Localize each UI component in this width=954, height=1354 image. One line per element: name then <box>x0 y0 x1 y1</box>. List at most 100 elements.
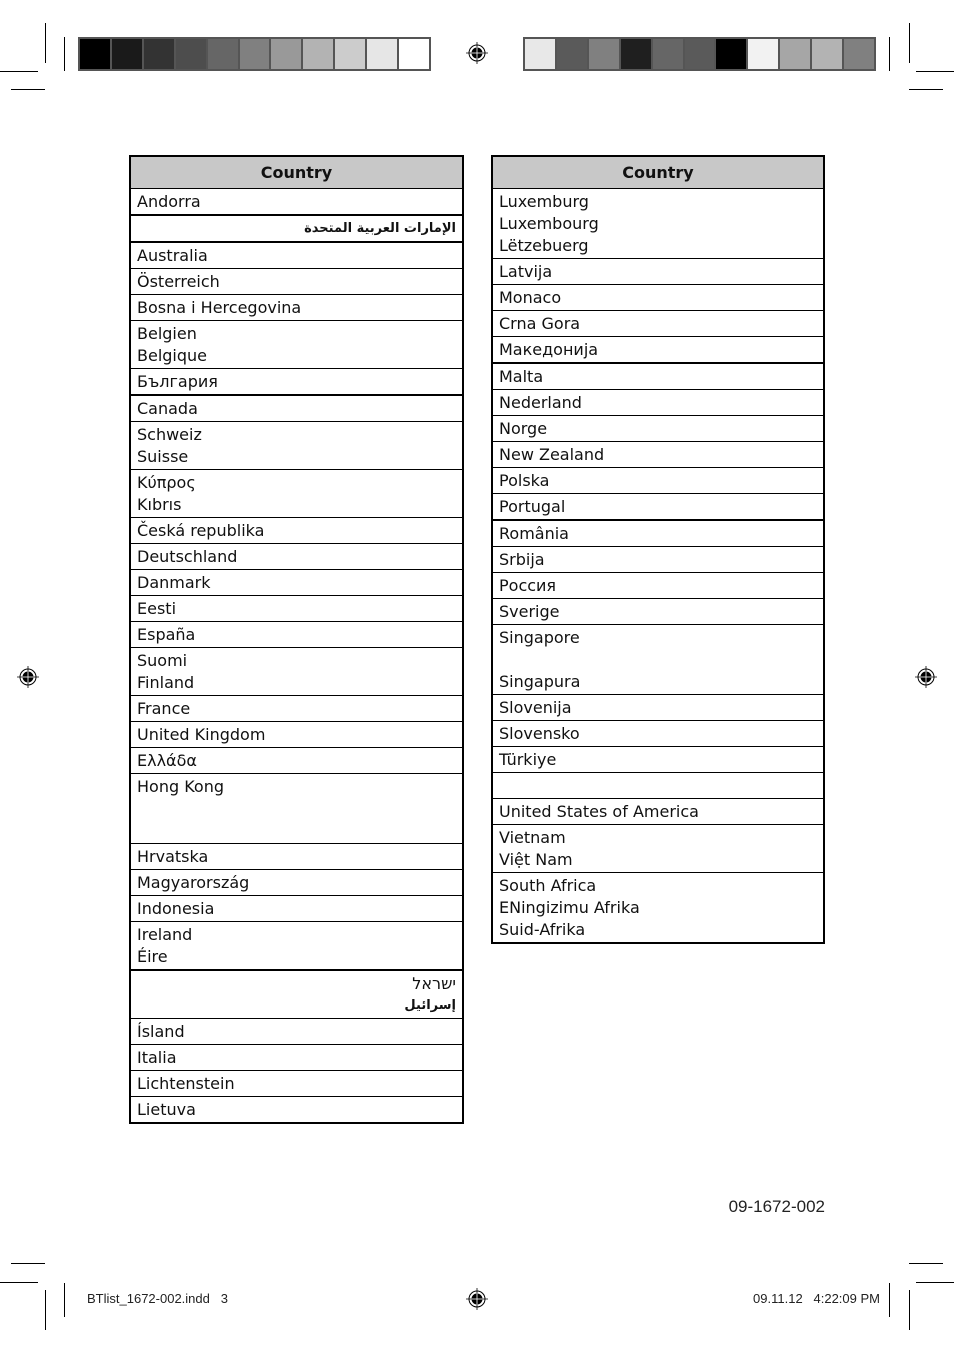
color-swatch <box>367 39 398 69</box>
table-row: Andorra <box>130 188 463 215</box>
table-row: Luxemburg Luxembourg Lëtzebuerg <box>492 188 824 259</box>
color-swatch <box>207 39 238 69</box>
table-row: Eesti <box>130 595 463 622</box>
country-name: Κύπρος <box>137 473 196 492</box>
country-name: Malta <box>499 367 544 386</box>
table-row: South Africa ENingizimu Afrika Suid-Afrika <box>492 872 824 943</box>
table-row: Ireland Éire <box>130 921 463 970</box>
country-name: Lichtenstein <box>137 1074 235 1093</box>
country-name: Македонија <box>499 340 599 359</box>
country-cell: Hrvatska <box>130 843 463 870</box>
country-cell: България <box>130 368 463 395</box>
country-cell: Crna Gora <box>492 310 824 337</box>
color-swatch <box>620 39 651 69</box>
country-table-right: Country Luxemburg Luxembourg Lëtzebuerg Lat… <box>491 155 825 944</box>
country-cell: France <box>130 695 463 722</box>
country-cell: Srbija <box>492 546 824 573</box>
country-name: Vietnam <box>499 828 566 847</box>
table-row: Türkiye <box>492 746 824 773</box>
color-swatch <box>303 39 334 69</box>
country-name: Deutschland <box>137 547 238 566</box>
color-swatch <box>143 39 174 69</box>
country-name <box>137 820 456 842</box>
country-cell: الإمارات العربية المتحدة <box>130 214 463 242</box>
table-row: Hong Kong <box>130 773 463 844</box>
color-swatch <box>780 39 811 69</box>
country-cell: United States of America <box>492 798 824 825</box>
country-name: Ελλάδα <box>137 751 197 770</box>
country-name: Nederland <box>499 393 582 412</box>
country-cell: România <box>492 519 824 547</box>
crop-mark <box>45 1290 46 1330</box>
country-name: Singapore <box>499 628 580 647</box>
country-cell: Schweiz Suisse <box>130 421 463 470</box>
country-name: Lëtzebuerg <box>499 236 589 255</box>
country-name: ENingizimu Afrika <box>499 898 640 917</box>
color-swatch <box>111 39 142 69</box>
country-name: Belgien <box>137 324 197 343</box>
country-cell: Ελλάδα <box>130 747 463 774</box>
country-cell: Vietnam Việt Nam <box>492 824 824 873</box>
country-name: Slovenija <box>499 698 572 717</box>
table-row: Österreich <box>130 268 463 295</box>
country-name: Canada <box>137 399 198 418</box>
country-cell: España <box>130 621 463 648</box>
country-cell: Italia <box>130 1044 463 1071</box>
table-row: Slovensko <box>492 720 824 747</box>
country-name: Norge <box>499 419 548 438</box>
country-cell <box>492 772 824 799</box>
table-row: România <box>492 519 824 547</box>
country-cell: Türkiye <box>492 746 824 773</box>
table-row: Malta <box>492 362 824 390</box>
table-row: Singapore Singapura <box>492 624 824 695</box>
table-row: Česká republika <box>130 517 463 544</box>
crop-mark <box>889 1283 890 1317</box>
country-cell: Monaco <box>492 284 824 311</box>
country-name: Bosna i Hercegovina <box>137 298 302 317</box>
country-name: Kıbrıs <box>137 495 182 514</box>
footer-timestamp: 09.11.12 4:22:09 PM <box>753 1291 880 1306</box>
table-row: Norge <box>492 415 824 442</box>
country-name: Ireland <box>137 925 193 944</box>
column-header-country: Country <box>492 156 824 189</box>
country-name: Schweiz <box>137 425 202 444</box>
country-cell: Suomi Finland <box>130 647 463 696</box>
table-row: Bosna i Hercegovina <box>130 294 463 321</box>
table-row: Hrvatska <box>130 843 463 870</box>
country-cell: Македонија <box>492 336 824 363</box>
color-swatch <box>175 39 206 69</box>
country-name: Singapura <box>499 672 581 691</box>
table-row: Deutschland <box>130 543 463 570</box>
table-row: الإمارات العربية المتحدة <box>130 214 463 242</box>
table-row: ישראל إسرائيل <box>130 969 463 1019</box>
country-name: Luxemburg <box>499 192 589 211</box>
country-name: Česká republika <box>137 521 265 540</box>
crop-mark <box>909 1263 943 1264</box>
table-row: Portugal <box>492 493 824 520</box>
country-name: Portugal <box>499 497 566 516</box>
country-name: Finland <box>137 673 195 692</box>
table-row: Australia <box>130 241 463 269</box>
country-cell: Norge <box>492 415 824 442</box>
table-row: Lichtenstein <box>130 1070 463 1097</box>
country-cell: Ísland <box>130 1018 463 1045</box>
color-swatch <box>271 39 302 69</box>
registration-mark-icon <box>466 1288 488 1310</box>
crop-mark <box>0 71 38 72</box>
country-name: France <box>137 699 191 718</box>
crop-mark <box>909 89 943 90</box>
table-row: Lietuva <box>130 1096 463 1123</box>
country-cell: Belgien Belgique <box>130 320 463 369</box>
table-row: Italia <box>130 1044 463 1071</box>
country-cell: United Kingdom <box>130 721 463 748</box>
country-cell: Slovensko <box>492 720 824 747</box>
color-swatch <box>525 39 555 69</box>
table-row: Polska <box>492 467 824 494</box>
table-row: France <box>130 695 463 722</box>
country-cell: Eesti <box>130 595 463 622</box>
country-name: România <box>499 524 569 543</box>
color-swatch <box>399 39 429 69</box>
table-row: Suomi Finland <box>130 647 463 696</box>
country-cell: Andorra <box>130 188 463 215</box>
table-row: Danmark <box>130 569 463 596</box>
